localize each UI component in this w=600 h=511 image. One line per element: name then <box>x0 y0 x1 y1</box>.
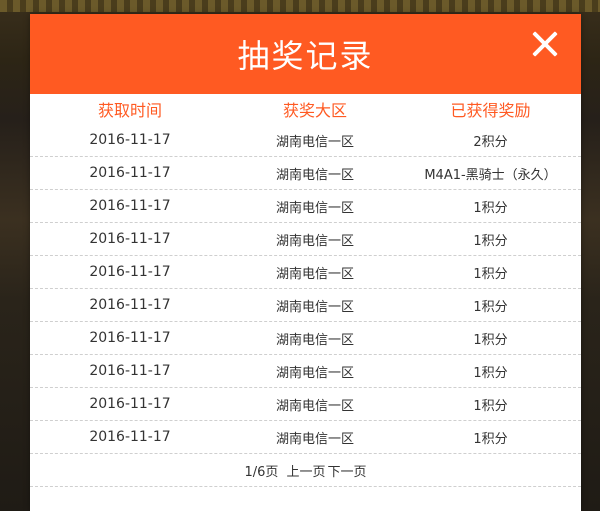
close-icon[interactable] <box>531 30 559 58</box>
cell-time: 2016-11-17 <box>89 297 171 313</box>
table-row: 2016-11-17 湖南电信一区 1积分 <box>30 388 581 421</box>
cell-time: 2016-11-17 <box>89 429 171 445</box>
cell-server: 湖南电信一区 <box>275 167 354 183</box>
cell-time: 2016-11-17 <box>89 363 171 379</box>
cell-server: 湖南电信一区 <box>275 200 354 216</box>
cell-time: 2016-11-17 <box>89 396 171 412</box>
cell-reward: 1积分 <box>473 299 508 315</box>
cell-server: 湖南电信一区 <box>275 134 354 150</box>
next-page-link[interactable]: 下一页 <box>328 461 367 480</box>
cell-server: 湖南电信一区 <box>275 266 354 282</box>
table-row: 2016-11-17 湖南电信一区 1积分 <box>30 289 581 322</box>
cell-time: 2016-11-17 <box>89 264 171 280</box>
cell-reward: 1积分 <box>473 332 508 348</box>
modal-header: 抽奖记录 <box>30 14 581 94</box>
cell-reward: 1积分 <box>473 200 508 216</box>
cell-time: 2016-11-17 <box>89 330 171 346</box>
table-row: 2016-11-17 湖南电信一区 1积分 <box>30 355 581 388</box>
cell-reward: 1积分 <box>473 431 508 447</box>
header-reward: 已获得奖励 <box>450 101 531 120</box>
pager: 1/6页 上一页 下一页 <box>30 454 581 487</box>
cell-reward: 2积分 <box>473 134 508 150</box>
header-time: 获取时间 <box>97 101 162 120</box>
cell-reward: 1积分 <box>473 365 508 381</box>
pager-status: 1/6页 <box>244 464 279 480</box>
background-top-strip <box>0 0 600 12</box>
cell-reward: M4A1-黑骑士（永久） <box>424 167 557 183</box>
cell-reward: 1积分 <box>473 398 508 414</box>
cell-server: 湖南电信一区 <box>275 233 354 249</box>
table-row: 2016-11-17 湖南电信一区 1积分 <box>30 322 581 355</box>
cell-server: 湖南电信一区 <box>275 398 354 414</box>
cell-time: 2016-11-17 <box>89 198 171 214</box>
cell-time: 2016-11-17 <box>89 165 171 181</box>
cell-time: 2016-11-17 <box>89 231 171 247</box>
record-table: 获取时间 获奖大区 已获得奖励 2016-11-17 湖南电信一区 2积分 2016-… <box>30 94 581 454</box>
modal-title: 抽奖记录 <box>237 37 374 75</box>
cell-reward: 1积分 <box>473 233 508 249</box>
lottery-record-modal: 抽奖记录 获取时间 获奖大区 已获得奖励 2016-11-17 湖南电信一区 2积分… <box>30 14 581 511</box>
cell-server: 湖南电信一区 <box>275 332 354 348</box>
table-header: 获取时间 获奖大区 已获得奖励 <box>30 94 581 124</box>
table-row: 2016-11-17 湖南电信一区 M4A1-黑骑士（永久） <box>30 157 581 190</box>
table-row: 2016-11-17 湖南电信一区 1积分 <box>30 190 581 223</box>
cell-reward: 1积分 <box>473 266 508 282</box>
cell-server: 湖南电信一区 <box>275 299 354 315</box>
table-row: 2016-11-17 湖南电信一区 1积分 <box>30 421 581 454</box>
cell-server: 湖南电信一区 <box>275 431 354 447</box>
prev-page-link[interactable]: 上一页 <box>287 461 326 480</box>
cell-time: 2016-11-17 <box>89 132 171 148</box>
table-row: 2016-11-17 湖南电信一区 1积分 <box>30 223 581 256</box>
table-row: 2016-11-17 湖南电信一区 1积分 <box>30 256 581 289</box>
header-server: 获奖大区 <box>282 101 347 120</box>
table-row: 2016-11-17 湖南电信一区 2积分 <box>30 124 581 157</box>
cell-server: 湖南电信一区 <box>275 365 354 381</box>
